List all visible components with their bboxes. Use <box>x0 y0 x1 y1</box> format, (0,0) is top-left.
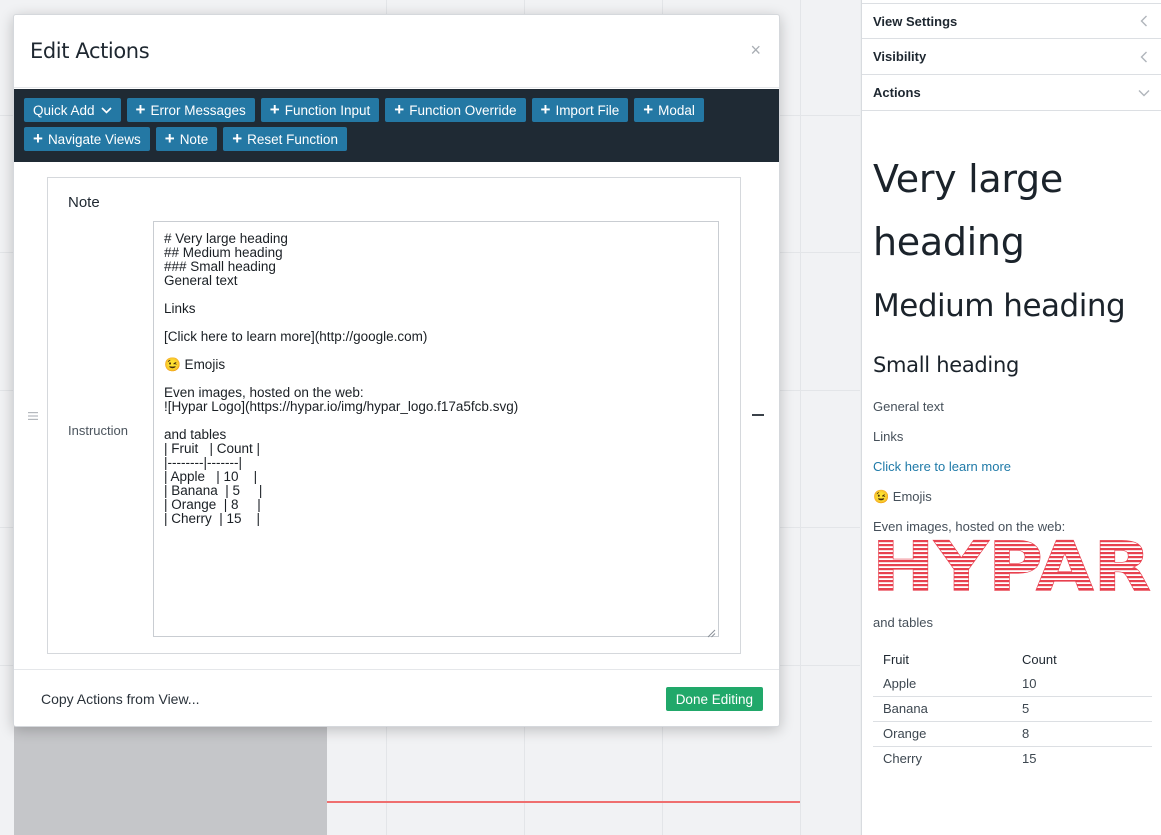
plus-icon: + <box>135 100 146 119</box>
accordion-label: View Settings <box>873 13 958 29</box>
edit-actions-modal: Edit Actions × Quick Add + Error Message… <box>13 14 780 727</box>
accordion-label: Actions <box>873 85 921 100</box>
copy-actions-from-view-button[interactable]: Copy Actions from View... <box>41 691 199 707</box>
card-title: Note <box>68 194 100 211</box>
resize-handle-icon[interactable] <box>707 625 716 643</box>
add-navigate-views-button[interactable]: + Navigate Views <box>24 127 150 151</box>
add-reset-function-button[interactable]: + Reset Function <box>223 127 347 151</box>
chevron-left-icon <box>1137 14 1151 28</box>
plus-icon: + <box>394 100 405 119</box>
remove-action-button[interactable] <box>752 414 764 416</box>
button-label: Function Override <box>409 102 517 118</box>
svg-text:HYPAR: HYPAR <box>873 536 1151 592</box>
table-cell: 5 <box>1012 696 1152 722</box>
button-label: Note <box>179 131 209 147</box>
preview-table: Fruit Count Apple 10 Banana 5 Orange 8 C… <box>873 647 1152 771</box>
table-row: Apple 10 <box>873 671 1152 697</box>
quick-add-button[interactable]: Quick Add <box>24 98 121 122</box>
plus-icon: + <box>33 129 43 148</box>
preview-heading-medium: Medium heading <box>873 288 1126 324</box>
button-label: Quick Add <box>33 102 95 118</box>
table-cell: 8 <box>1012 721 1152 747</box>
add-note-button[interactable]: + Note <box>155 127 218 151</box>
table-row: Cherry 15 <box>873 746 1152 771</box>
add-function-input-button[interactable]: + Function Input <box>260 98 380 122</box>
table-cell: Apple <box>873 671 1012 697</box>
instruction-label: Instruction <box>68 423 128 438</box>
preview-heading-small: Small heading <box>873 353 1020 377</box>
accordion-view-settings[interactable]: View Settings <box>862 3 1161 39</box>
preview-heading-large: Very large heading <box>873 157 1063 264</box>
accordion-label: Visibility <box>873 49 927 64</box>
action-toolbar: Quick Add + Error Messages + Function In… <box>14 89 779 162</box>
close-icon[interactable]: × <box>750 41 761 59</box>
side-panel: View Settings Visibility Actions Very la… <box>861 0 1161 835</box>
add-error-messages-button[interactable]: + Error Messages <box>126 98 255 122</box>
canvas-block <box>14 720 327 835</box>
hypar-logo: HYPAR HYPAR <box>871 527 1151 607</box>
instruction-textarea[interactable]: # Very large heading ## Medium heading #… <box>153 221 719 637</box>
canvas-red-line <box>327 801 800 803</box>
accordion-visibility[interactable]: Visibility <box>862 39 1161 75</box>
modal-header: Edit Actions × <box>14 15 779 88</box>
button-label: Import File <box>555 102 620 118</box>
add-function-override-button[interactable]: + Function Override <box>385 98 526 122</box>
toolbar-row: Quick Add + Error Messages + Function In… <box>24 98 769 122</box>
toolbar-row: + Navigate Views + Note + Reset Function <box>24 127 769 151</box>
modal-footer: Copy Actions from View... Done Editing <box>14 669 779 726</box>
table-row: Orange 8 <box>873 721 1152 747</box>
add-modal-button[interactable]: + Modal <box>634 98 704 122</box>
table-cell: Cherry <box>883 751 923 767</box>
plus-icon: + <box>269 100 280 119</box>
drag-handle-icon[interactable] <box>28 408 38 424</box>
grid-line <box>800 0 801 835</box>
chevron-down-icon <box>1137 86 1151 100</box>
button-label: Modal <box>658 102 695 118</box>
plus-icon: + <box>164 129 175 148</box>
preview-images-text: Even images, hosted on the web: <box>873 519 1066 534</box>
plus-icon: + <box>643 100 654 119</box>
table-header: Fruit <box>883 651 909 667</box>
button-label: Error Messages <box>150 102 246 118</box>
table-row: Banana 5 <box>873 696 1152 722</box>
button-label: Navigate Views <box>47 131 141 147</box>
note-action-card: Note Instruction # Very large heading ##… <box>47 177 741 654</box>
plus-icon: + <box>232 129 243 148</box>
hypar-logo-image: HYPAR HYPAR <box>871 527 1151 607</box>
done-editing-button[interactable]: Done Editing <box>665 687 763 711</box>
table-cell: 10 <box>1012 671 1152 697</box>
preview-emoji-text: 😉 Emojis <box>873 489 932 504</box>
plus-icon: + <box>540 100 551 119</box>
table-cell: Banana <box>873 696 1012 722</box>
table-header: Count <box>1022 651 1057 667</box>
button-label: Function Input <box>284 102 371 118</box>
button-label: Reset Function <box>247 131 338 147</box>
table-cell: Orange <box>873 721 1012 747</box>
chevron-down-icon <box>100 106 112 114</box>
markdown-preview: Very large heading Medium heading Small … <box>862 148 1161 771</box>
modal-title: Edit Actions <box>30 39 150 63</box>
accordion-actions[interactable]: Actions <box>862 75 1161 111</box>
preview-links-text: Links <box>873 429 904 444</box>
table-cell: 15 <box>1022 751 1037 767</box>
preview-general-text: General text <box>873 399 944 414</box>
preview-link[interactable]: Click here to learn more <box>873 459 1151 475</box>
add-import-file-button[interactable]: + Import File <box>531 98 629 122</box>
chevron-left-icon <box>1137 50 1151 64</box>
preview-tables-text: and tables <box>873 615 933 630</box>
